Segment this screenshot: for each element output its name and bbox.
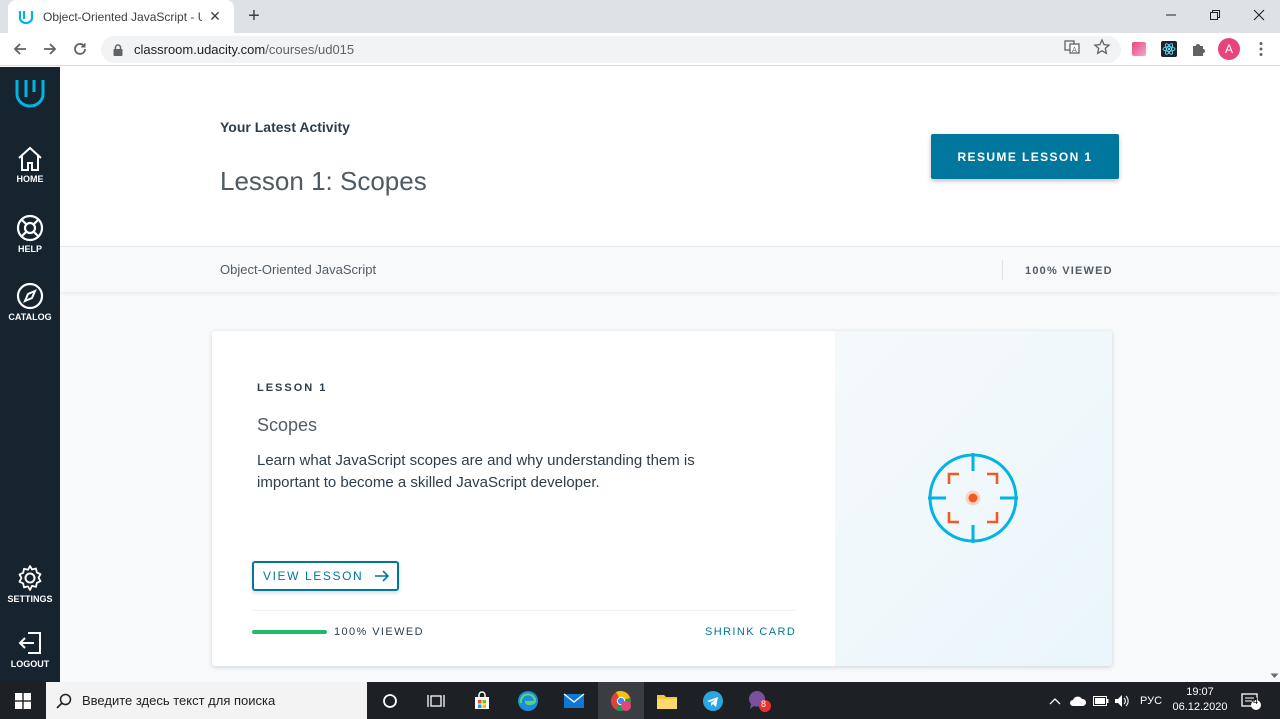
sidebar-item-catalog[interactable]: CATALOG: [0, 282, 60, 322]
udacity-favicon-icon: [18, 10, 34, 24]
notification-count: 4: [1253, 696, 1259, 706]
course-progress-bar: Object-Oriented JavaScript 100% VIEWED: [60, 246, 1280, 292]
edge-icon[interactable]: [505, 682, 551, 719]
view-lesson-button[interactable]: VIEW LESSON: [252, 561, 399, 591]
minimize-icon[interactable]: [1149, 0, 1193, 30]
svg-text:A: A: [1072, 46, 1077, 54]
browser-tab[interactable]: Object-Oriented JavaScript - Udacity ✕: [8, 0, 234, 33]
file-explorer-icon[interactable]: [644, 682, 690, 719]
sidebar-item-home[interactable]: HOME: [0, 146, 60, 184]
forward-icon[interactable]: [38, 37, 62, 61]
clock-time: 19:07: [1186, 686, 1214, 698]
mail-icon[interactable]: [551, 682, 597, 719]
sidebar: HOME HELP CATALOG SETTINGS LOGOUT: [0, 67, 60, 682]
language-indicator[interactable]: РУС: [1140, 682, 1162, 719]
sidebar-item-logout[interactable]: LOGOUT: [0, 629, 60, 669]
course-viewed-status: 100% VIEWED: [1025, 265, 1113, 277]
search-icon: [56, 693, 72, 709]
udacity-logo-icon: [15, 80, 45, 108]
react-devtools-icon[interactable]: [1160, 40, 1178, 58]
sidebar-item-label: SETTINGS: [7, 594, 53, 604]
main-content: Your Latest Activity Lesson 1: Scopes RE…: [60, 67, 1280, 682]
url-host: classroom.udacity.com: [134, 42, 266, 57]
sidebar-item-help[interactable]: HELP: [0, 214, 60, 254]
lifebuoy-icon: [16, 214, 44, 242]
taskbar-search-input[interactable]: Введите здесь текст для поиска: [46, 682, 367, 719]
profile-avatar[interactable]: A: [1218, 38, 1240, 60]
task-view-icon[interactable]: [413, 682, 459, 719]
lesson-kicker: LESSON 1: [257, 382, 328, 394]
viber-icon[interactable]: 8: [736, 682, 782, 719]
lock-icon: [113, 43, 123, 56]
clock-date: 06.12.2020: [1172, 701, 1228, 713]
lesson-card-body: LESSON 1 Scopes Learn what JavaScript sc…: [212, 331, 835, 666]
divider: [252, 610, 796, 611]
new-tab-button[interactable]: +: [243, 5, 265, 27]
notifications-icon[interactable]: 4: [1240, 682, 1262, 719]
lesson-card-title: Scopes: [257, 415, 318, 435]
browser-tab-strip: Object-Oriented JavaScript - Udacity ✕ +: [0, 0, 1280, 33]
compass-icon: [16, 282, 44, 310]
telegram-icon[interactable]: [690, 682, 736, 719]
address-bar[interactable]: classroom.udacity.com/courses/ud015: [101, 36, 1121, 63]
back-icon[interactable]: [8, 37, 32, 61]
viber-badge: 8: [761, 699, 767, 709]
bookmark-star-icon[interactable]: [1093, 38, 1111, 56]
translate-icon[interactable]: A: [1063, 38, 1081, 56]
lesson-illustration-panel: [835, 331, 1112, 666]
windows-logo-icon: [15, 692, 31, 709]
lesson-progress-bar: [252, 630, 327, 634]
lesson-progress-fill: [252, 630, 327, 634]
sidebar-item-label: HOME: [16, 174, 44, 184]
latest-activity-label: Your Latest Activity: [220, 119, 350, 135]
sidebar-item-label: LOGOUT: [10, 659, 50, 669]
taskbar-search-placeholder: Введите здесь текст для поиска: [82, 693, 276, 708]
store-icon[interactable]: [459, 682, 505, 719]
windows-taskbar: Введите здесь текст для поиска 8 РУС 19:…: [0, 682, 1280, 719]
sidebar-item-settings[interactable]: SETTINGS: [0, 564, 60, 604]
start-button[interactable]: [0, 682, 46, 719]
lesson-progress-label: 100% VIEWED: [334, 626, 424, 638]
resume-lesson-button[interactable]: RESUME LESSON 1: [931, 134, 1119, 179]
taskbar-clock[interactable]: 19:07 06.12.2020: [1167, 685, 1233, 715]
lesson-card: LESSON 1 Scopes Learn what JavaScript sc…: [212, 331, 1112, 666]
target-icon: [928, 453, 1018, 543]
arrow-right-icon: [375, 570, 390, 582]
udacity-logo[interactable]: [0, 77, 60, 111]
sidebar-item-label: HELP: [17, 244, 42, 254]
window-close-icon[interactable]: [1237, 0, 1280, 30]
gear-icon: [18, 565, 42, 591]
url-text: classroom.udacity.com/courses/ud015: [134, 42, 354, 57]
chrome-menu-icon[interactable]: [1252, 40, 1270, 58]
battery-icon[interactable]: [1093, 682, 1109, 719]
tab-close-icon[interactable]: ✕: [206, 8, 224, 26]
chrome-taskbar-icon[interactable]: [598, 682, 644, 719]
tab-title: Object-Oriented JavaScript - Udacity: [43, 9, 202, 24]
logout-icon: [18, 632, 41, 654]
reload-icon[interactable]: [68, 37, 92, 61]
view-lesson-label: VIEW LESSON: [263, 569, 364, 583]
cortana-icon[interactable]: [367, 682, 413, 719]
extensions-puzzle-icon[interactable]: [1190, 40, 1208, 58]
divider: [1002, 260, 1003, 280]
restore-icon[interactable]: [1193, 0, 1237, 30]
volume-icon[interactable]: [1114, 682, 1130, 719]
url-path: /courses/ud015: [265, 42, 355, 57]
sidebar-item-label: CATALOG: [8, 312, 52, 322]
scroll-down-icon[interactable]: [1269, 670, 1280, 681]
onedrive-icon[interactable]: [1069, 682, 1087, 719]
lesson-description: Learn what JavaScript scopes are and why…: [257, 452, 695, 491]
course-name: Object-Oriented JavaScript: [220, 262, 377, 277]
browser-toolbar: classroom.udacity.com/courses/ud015 A A: [0, 33, 1280, 66]
shrink-card-button[interactable]: SHRINK CARD: [705, 626, 796, 638]
latest-activity-panel: Your Latest Activity Lesson 1: Scopes RE…: [60, 67, 1280, 246]
latest-lesson-title: Lesson 1: Scopes: [220, 166, 427, 196]
home-icon: [18, 146, 42, 171]
tray-chevron-icon[interactable]: [1049, 682, 1061, 719]
extension-gradient-icon[interactable]: [1130, 40, 1148, 58]
